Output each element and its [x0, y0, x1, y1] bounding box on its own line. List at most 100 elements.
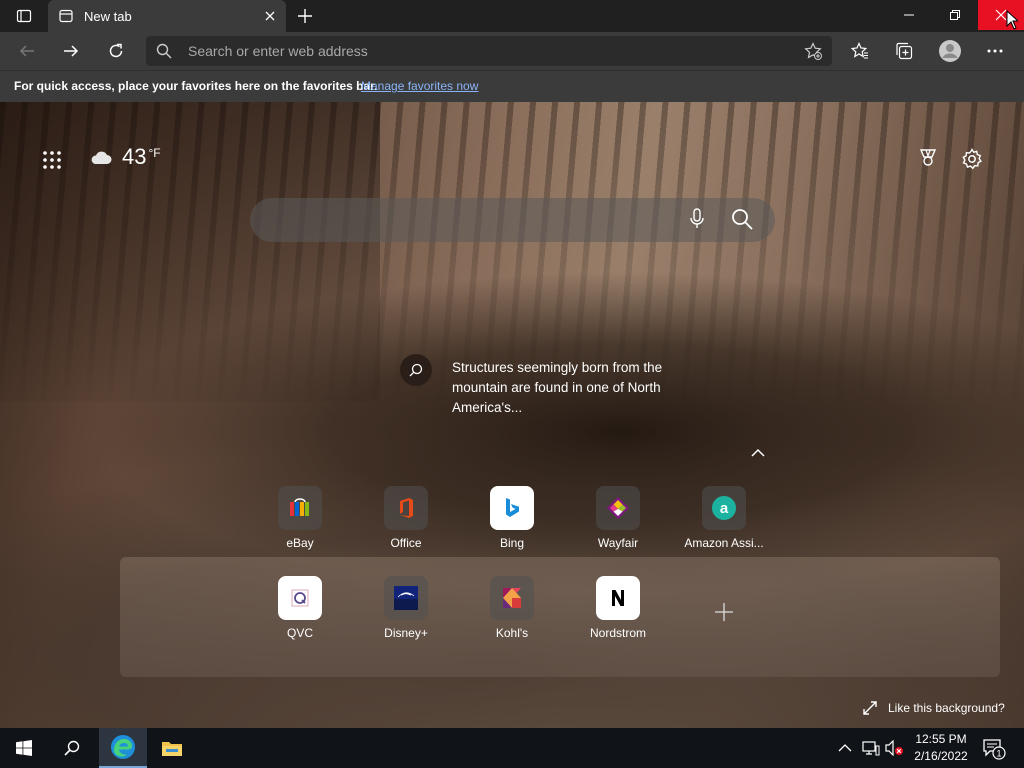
taskbar-file-explorer-button[interactable] [148, 728, 196, 768]
tab-actions-button[interactable] [8, 6, 40, 26]
title-bar: New tab [0, 0, 1024, 32]
chevron-up-icon[interactable] [750, 447, 766, 459]
search-icon [64, 740, 80, 756]
taskbar-edge-button[interactable] [99, 728, 147, 768]
back-button[interactable] [14, 38, 40, 64]
search-icon[interactable] [731, 208, 753, 230]
quick-link-label: eBay [286, 536, 314, 550]
close-tab-button[interactable] [262, 8, 278, 24]
minimize-icon [904, 14, 914, 16]
volume-button[interactable] [885, 728, 905, 768]
quick-link-bing[interactable]: Bing [462, 486, 562, 556]
favorites-bar: For quick access, place your favorites h… [0, 70, 1024, 102]
quick-link-label: Wayfair [597, 536, 639, 550]
close-icon [265, 11, 275, 21]
background-caption[interactable]: Structures seemingly born from the mount… [452, 358, 692, 418]
taskbar-clock[interactable]: 12:55 PM 2/16/2022 [906, 731, 976, 765]
rewards-trophy-icon [919, 149, 937, 166]
tab-new-tab[interactable]: New tab [48, 0, 286, 32]
like-background-text: Like this background? [888, 701, 1005, 715]
forward-button[interactable] [58, 38, 84, 64]
folder-icon [162, 742, 182, 756]
refresh-button[interactable] [103, 38, 129, 64]
app-launcher-button[interactable] [40, 148, 64, 172]
taskbar-search-button[interactable] [48, 728, 96, 768]
mouse-cursor-icon [1006, 10, 1018, 30]
address-bar[interactable]: Search or enter web address [146, 36, 832, 66]
restore-button[interactable] [932, 0, 978, 30]
amazon-assistant-icon: a [702, 486, 746, 530]
gear-icon [962, 147, 982, 170]
quick-link-label: Office [390, 536, 422, 550]
notification-icon: 1 [983, 739, 1006, 760]
add-favorite-icon[interactable] [804, 42, 822, 60]
new-tab-page: 43 °F Structures seemingly born from the… [0, 102, 1024, 728]
taskbar: 12:55 PM 2/16/2022 1 [0, 728, 1024, 768]
quick-link-ebay[interactable]: eBay [250, 486, 350, 556]
search-icon [409, 363, 423, 377]
back-arrow-icon [19, 45, 34, 57]
search-icon [156, 43, 172, 59]
kohls-icon [490, 576, 534, 620]
profile-button[interactable] [937, 38, 963, 64]
desktop: New tab Search or enter web address For … [0, 0, 1024, 768]
qvc-icon [278, 576, 322, 620]
waffle-grid-icon [43, 151, 61, 169]
address-input[interactable]: Search or enter web address [188, 43, 368, 59]
windows-logo-icon [16, 740, 32, 756]
quick-link-disney-plus[interactable]: Disney+ [356, 576, 456, 646]
favorites-button[interactable] [847, 38, 873, 64]
new-tab-button[interactable] [292, 4, 318, 28]
favorites-bar-message: For quick access, place your favorites h… [14, 79, 378, 93]
minimize-button[interactable] [886, 0, 932, 30]
plus-icon [715, 603, 733, 621]
refresh-icon [109, 43, 123, 58]
notification-count: 1 [996, 749, 1001, 759]
like-background-link[interactable]: Like this background? [862, 700, 1005, 716]
quick-link-wayfair[interactable]: Wayfair [568, 486, 668, 556]
bing-icon [490, 486, 534, 530]
quick-link-label: Disney+ [384, 626, 428, 640]
quick-link-amazon-assistant[interactable]: a Amazon Assi... [674, 486, 774, 556]
quick-link-kohls[interactable]: Kohl's [462, 576, 562, 646]
start-button[interactable] [0, 728, 48, 768]
quick-link-office[interactable]: Office [356, 486, 456, 556]
clock-date: 2/16/2022 [914, 749, 968, 763]
disney-plus-icon [384, 576, 428, 620]
volume-muted-icon [885, 740, 903, 756]
restore-icon [950, 10, 960, 20]
temperature-unit: °F [148, 146, 161, 160]
quick-link-label: Kohl's [495, 626, 529, 640]
weather-widget[interactable]: 43 °F [90, 144, 161, 170]
network-icon [862, 741, 880, 756]
collections-button[interactable] [891, 38, 917, 64]
image-info-button[interactable] [400, 354, 432, 386]
quick-link-qvc[interactable]: QVC [250, 576, 350, 646]
rewards-button[interactable] [918, 148, 938, 168]
quick-link-label: Nordstrom [589, 626, 646, 640]
tab-title: New tab [84, 8, 132, 24]
network-button[interactable] [862, 728, 880, 768]
settings-more-button[interactable] [982, 38, 1008, 64]
web-search-box[interactable] [250, 198, 775, 242]
favorites-icon [851, 42, 868, 59]
manage-favorites-link[interactable]: Manage favorites now [361, 79, 478, 93]
plus-icon [298, 9, 312, 23]
add-quick-link-button[interactable] [702, 590, 746, 634]
microphone-icon[interactable] [688, 208, 706, 230]
clock-time: 12:55 PM [915, 732, 967, 746]
wayfair-icon [596, 486, 640, 530]
page-settings-button[interactable] [961, 147, 983, 170]
ebay-icon [278, 486, 322, 530]
forward-arrow-icon [64, 45, 79, 57]
quick-link-label: QVC [286, 626, 313, 640]
collections-icon [896, 42, 913, 60]
chevron-up-icon [838, 744, 852, 752]
show-hidden-icons-button[interactable] [838, 728, 852, 768]
action-center-button[interactable]: 1 [982, 736, 1006, 760]
browser-toolbar: Search or enter web address [0, 32, 1024, 70]
svg-text:a: a [720, 500, 729, 517]
cloud-icon [91, 151, 112, 164]
avatar [939, 40, 961, 62]
quick-link-nordstrom[interactable]: Nordstrom [568, 576, 668, 646]
